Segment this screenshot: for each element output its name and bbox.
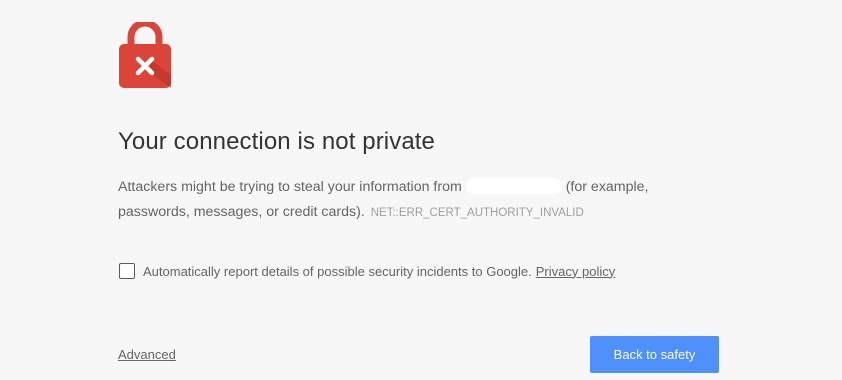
page-title: Your connection is not private (118, 128, 435, 155)
warning-message: Attackers might be trying to steal your … (118, 175, 708, 226)
report-option: Automatically report details of possible… (119, 263, 615, 279)
advanced-link[interactable]: Advanced (118, 347, 176, 362)
report-checkbox[interactable] (119, 263, 135, 279)
lock-error-icon (119, 22, 171, 88)
redacted-domain (465, 178, 562, 194)
privacy-policy-link[interactable]: Privacy policy (536, 264, 615, 279)
back-to-safety-button[interactable]: Back to safety (590, 336, 719, 373)
warning-text-start: Attackers might be trying to steal your … (118, 179, 462, 195)
error-code: NET::ERR_CERT_AUTHORITY_INVALID (370, 207, 584, 219)
report-label: Automatically report details of possible… (143, 263, 532, 279)
